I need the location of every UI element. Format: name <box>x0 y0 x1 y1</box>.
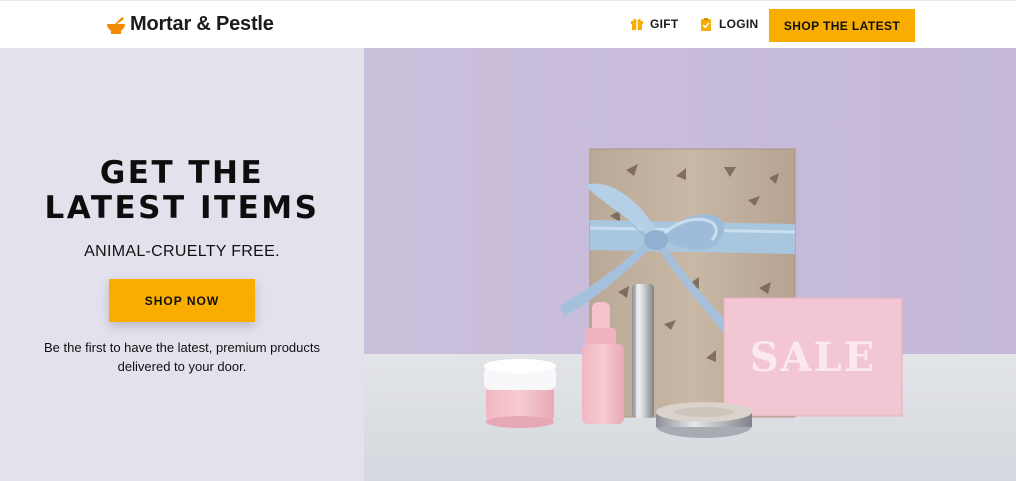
nav-login-label: LOGIN <box>719 17 759 31</box>
hero-description-line2: delivered to your door. <box>117 359 247 374</box>
shop-now-button[interactable]: SHOP NOW <box>109 279 255 322</box>
sale-sign-text: SALE <box>750 334 877 381</box>
site-header: Mortar & Pestle GIFT LOGIN SHOP THE LATE… <box>0 0 1016 48</box>
hero-product-image: SALE <box>364 48 1016 481</box>
sale-sign: SALE <box>723 297 903 417</box>
hero-description-line1: Be the first to have the latest, premium… <box>43 340 321 355</box>
powder-compact <box>656 402 752 438</box>
hero-text-panel: GET THE LATEST ITEMS ANIMAL-CRUELTY FREE… <box>0 48 364 481</box>
nav-login-link[interactable]: LOGIN <box>699 17 759 31</box>
hero-subtitle: ANIMAL-CRUELTY FREE. <box>84 243 280 260</box>
hero-title: GET THE LATEST ITEMS <box>0 156 364 226</box>
nav-gift-link[interactable]: GIFT <box>630 17 679 31</box>
nav-gift-label: GIFT <box>650 17 679 31</box>
product-photo: SALE <box>364 48 1016 481</box>
clipboard-check-icon <box>701 18 711 31</box>
cream-jar <box>484 359 556 428</box>
shop-the-latest-button[interactable]: SHOP THE LATEST <box>769 9 915 42</box>
hero-title-line2: LATEST ITEMS <box>44 190 320 226</box>
brand-name: Mortar & Pestle <box>130 13 274 35</box>
mortar-pestle-icon <box>107 16 125 34</box>
lipstick-tube <box>632 284 654 418</box>
hero-description: Be the first to have the latest, premium… <box>20 338 344 376</box>
gift-icon <box>631 18 643 30</box>
hero-title-line1: GET THE <box>99 155 265 191</box>
brand-logo[interactable]: Mortar & Pestle <box>106 13 274 36</box>
